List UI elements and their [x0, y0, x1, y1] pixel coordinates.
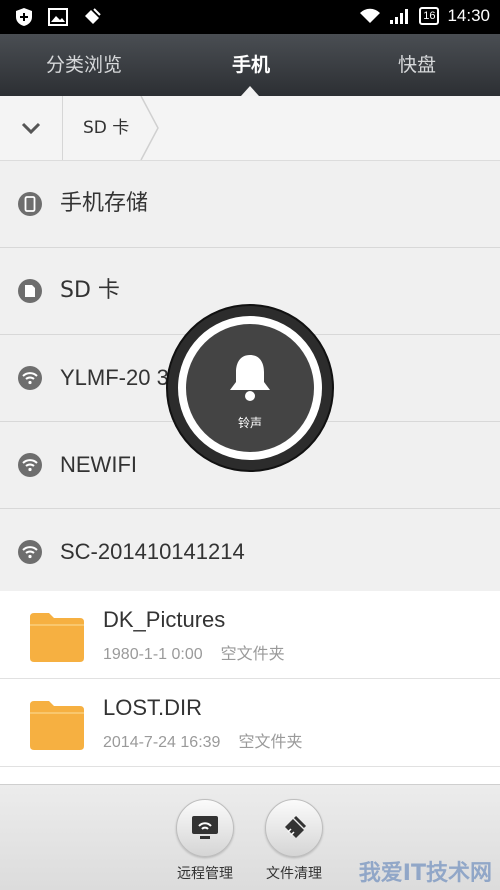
file-name: LOST.DIR	[103, 695, 203, 720]
file-meta: 1980-1-1 0:00 空文件夹	[103, 640, 303, 664]
phone-icon	[18, 192, 42, 216]
storage-item-phone[interactable]: 手机存储	[0, 161, 500, 248]
broom-icon	[82, 7, 102, 27]
watermark: 我爱IT技术网	[358, 861, 492, 886]
image-icon	[48, 7, 68, 27]
breadcrumb-current[interactable]: SD 卡	[83, 96, 129, 160]
toast-ring-inner: 铃声	[178, 316, 322, 460]
file-name: DK_Pictures	[103, 607, 226, 632]
shield-icon	[14, 7, 34, 27]
file-date: 2014-7-24 16:39	[103, 734, 221, 751]
folder-icon	[30, 701, 84, 750]
chevron-down-icon	[21, 122, 41, 134]
wifi-icon	[18, 366, 42, 390]
breadcrumb-dropdown-button[interactable]	[0, 96, 63, 160]
notification-icons	[14, 7, 102, 27]
ringtone-toast: 铃声	[166, 304, 334, 472]
file-clean-label: 文件清理	[266, 866, 322, 882]
storage-item-label: 手机存储	[60, 191, 149, 216]
remote-manage-button[interactable]: 远程管理	[155, 799, 255, 883]
monitor-wifi-icon	[176, 799, 234, 857]
breadcrumb-separator-icon	[140, 96, 159, 160]
file-list: DK_Pictures 1980-1-1 0:00 空文件夹 LOST.DIR 2…	[0, 591, 500, 784]
breadcrumb: SD 卡	[0, 96, 500, 161]
list-item[interactable]: DK_Pictures 1980-1-1 0:00 空文件夹	[0, 591, 500, 679]
storage-item-wifi-sc[interactable]: SC-201410141214	[0, 509, 500, 596]
status-bar: 16 14:30	[0, 0, 500, 34]
tab-category[interactable]: 分类浏览	[0, 34, 168, 96]
cell-signal-icon	[390, 9, 409, 24]
toast-ring: 铃声	[166, 304, 334, 472]
storage-item-label: NEWIFI	[60, 452, 137, 477]
remote-manage-label: 远程管理	[177, 866, 233, 882]
storage-item-label: SD 卡	[60, 278, 120, 303]
list-item[interactable]: LOST.DIR 2014-7-24 16:39 空文件夹	[0, 679, 500, 767]
file-clean-button[interactable]: 文件清理	[244, 799, 344, 883]
folder-icon	[30, 613, 84, 662]
status-indicators: 16 14:30	[359, 6, 490, 26]
broom-icon	[265, 799, 323, 857]
active-tab-indicator	[241, 86, 259, 96]
clock: 14:30	[447, 6, 490, 25]
file-meta: 2014-7-24 16:39 空文件夹	[103, 728, 320, 752]
wifi-icon	[18, 453, 42, 477]
battery-level: 16	[419, 7, 440, 25]
toast-core: 铃声	[186, 324, 314, 452]
bell-icon	[230, 355, 270, 401]
file-tag: 空文件夹	[220, 644, 285, 663]
list-item[interactable]	[0, 767, 500, 784]
storage-item-label: SC-201410141214	[60, 539, 245, 564]
sd-card-icon	[18, 279, 42, 303]
file-tag: 空文件夹	[238, 732, 303, 751]
tab-kuaipan[interactable]: 快盘	[334, 34, 500, 96]
wifi-icon	[18, 540, 42, 564]
file-date: 1980-1-1 0:00	[103, 646, 203, 663]
toast-label: 铃声	[237, 416, 262, 430]
wifi-signal-icon	[360, 8, 381, 23]
